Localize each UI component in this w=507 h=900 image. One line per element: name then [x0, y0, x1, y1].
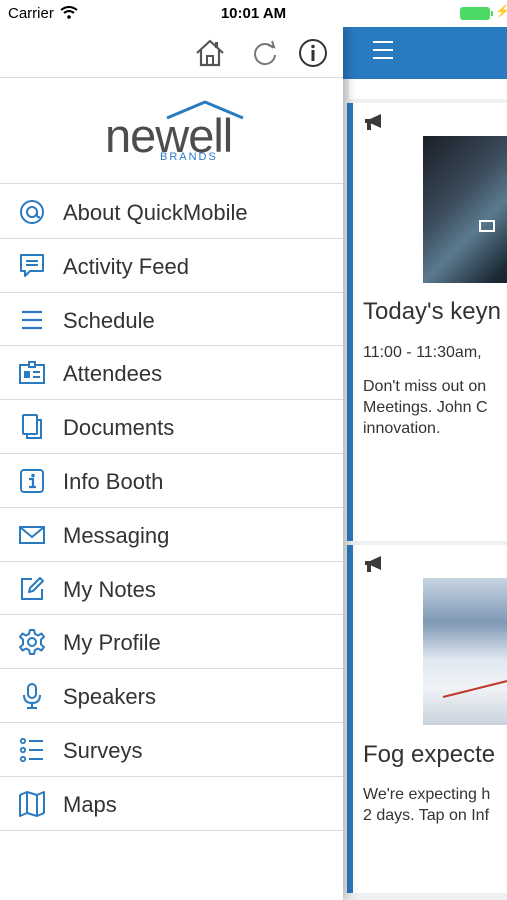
menu-label: My Notes [63, 576, 156, 602]
bridge-shape [442, 669, 507, 698]
survey-list-icon [19, 737, 43, 763]
envelope-icon [479, 220, 495, 232]
card-title: Today's keyn [363, 298, 501, 325]
refresh-icon[interactable] [249, 37, 281, 69]
menu-label: Activity Feed [63, 253, 189, 279]
menu-item-my-profile[interactable]: My Profile [0, 615, 343, 670]
menu-label: Speakers [63, 684, 156, 710]
card-description-line: We're expecting h [363, 786, 491, 803]
id-card-icon [19, 361, 45, 385]
megaphone-icon [365, 114, 381, 130]
menu-item-activity-feed[interactable]: Activity Feed [0, 239, 343, 293]
gear-icon [19, 629, 45, 656]
clock: 10:01 AM [220, 5, 287, 22]
battery-tip [491, 11, 493, 16]
menu-item-surveys[interactable]: Surveys [0, 723, 343, 777]
menu-label: About QuickMobile [63, 200, 248, 225]
card-description-line: Meetings. John C [363, 399, 488, 416]
menu-item-schedule[interactable]: Schedule [0, 293, 343, 347]
feed-card[interactable]: Today's keyn 11:00 - 11:30am, Don't miss… [347, 103, 507, 541]
content-header [343, 27, 507, 79]
menu-item-documents[interactable]: Documents [0, 400, 343, 454]
keynote-image [423, 136, 507, 283]
pencil-note-icon [21, 576, 44, 600]
menu-label: Attendees [63, 361, 163, 387]
menu-label: Schedule [63, 307, 155, 333]
home-icon[interactable] [194, 37, 226, 69]
card-description-line: 2 days. Tap on Inf [363, 807, 490, 824]
menu-item-speakers[interactable]: Speakers [0, 669, 343, 723]
menu-item-about-quickmobile[interactable]: About QuickMobile [0, 185, 343, 239]
fog-image [423, 578, 507, 725]
at-target-icon [20, 200, 44, 224]
logo-subtitle: BRANDS [160, 151, 218, 163]
charging-icon: ⚡ [495, 4, 507, 18]
list-icon [22, 310, 42, 329]
menu-label: Surveys [63, 737, 143, 763]
map-icon [19, 790, 45, 817]
megaphone-icon [365, 556, 381, 572]
navigation-drawer: newell BRANDS About QuickMobile Activity… [0, 27, 343, 900]
info-booth-icon [20, 468, 44, 493]
menu-item-my-notes[interactable]: My Notes [0, 562, 343, 616]
microphone-icon [23, 683, 41, 710]
drawer-toolbar [0, 27, 343, 78]
menu-item-maps[interactable]: Maps [0, 777, 343, 831]
hamburger-menu-icon[interactable] [373, 41, 395, 61]
info-icon[interactable] [297, 37, 329, 69]
battery-icon [460, 7, 490, 20]
newell-brands-logo: newell BRANDS [105, 98, 245, 168]
menu-item-attendees[interactable]: Attendees [0, 346, 343, 401]
menu-label: Maps [63, 791, 117, 817]
menu-label: Info Booth [63, 468, 164, 494]
status-bar: Carrier 10:01 AM ⚡ [0, 0, 507, 27]
card-description-line: Don't miss out on [363, 378, 487, 395]
card-description-line: innovation. [363, 420, 441, 437]
menu-label: My Profile [63, 630, 161, 656]
menu-label: Documents [63, 415, 175, 441]
drawer-menu: About QuickMobile Activity Feed Schedule [0, 185, 343, 831]
card-title: Fog expecte [363, 741, 496, 768]
envelope-icon [19, 525, 45, 544]
documents-icon [22, 414, 42, 440]
logo-area: newell BRANDS [0, 79, 343, 184]
card-time: 11:00 - 11:30am, [363, 344, 482, 361]
menu-item-messaging[interactable]: Messaging [0, 508, 343, 562]
menu-item-info-booth[interactable]: Info Booth [0, 454, 343, 508]
feed-card[interactable]: Fog expecte We're expecting h 2 days. Ta… [347, 545, 507, 893]
chat-bubble-icon [20, 253, 44, 277]
card-description: We're expecting h 2 days. Tap on Inf [363, 784, 507, 826]
activity-content: Today's keyn 11:00 - 11:30am, Don't miss… [343, 27, 507, 900]
card-description: Don't miss out on Meetings. John C innov… [363, 376, 507, 439]
menu-label: Messaging [63, 522, 170, 548]
content-card-stub [349, 79, 507, 99]
